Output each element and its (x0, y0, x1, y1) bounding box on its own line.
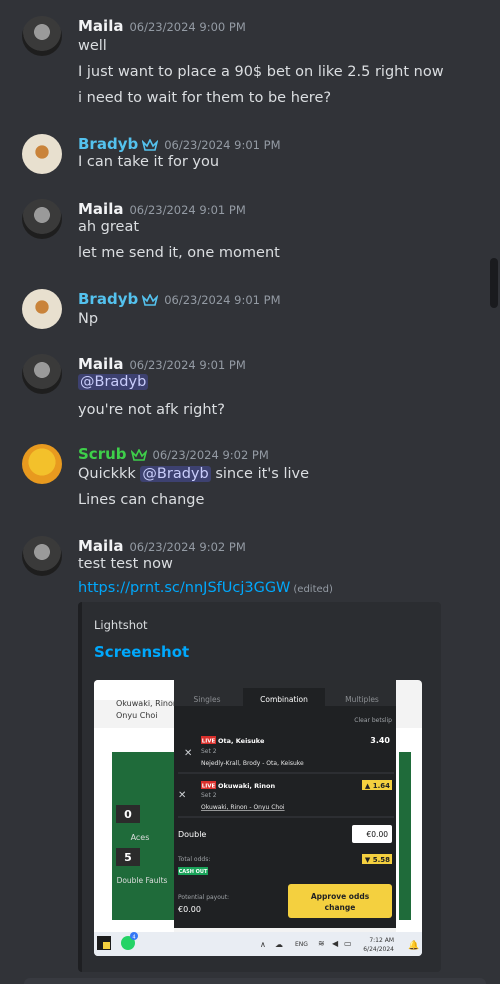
message-header: Bradyb 06/23/2024 9:01 PM (78, 289, 281, 308)
message-header: Maila 06/23/2024 9:00 PM (78, 16, 246, 35)
user-mention[interactable]: @Bradyb (78, 374, 149, 390)
link-embed: Lightshot Screenshot Okuwaki, Rinon Onyu… (78, 602, 441, 972)
username[interactable]: Maila (78, 355, 123, 373)
crown-icon (142, 139, 159, 151)
message-header: Maila 06/23/2024 9:01 PM (78, 354, 246, 373)
timestamp: 06/23/2024 9:00 PM (129, 20, 246, 34)
crown-icon (130, 449, 147, 461)
bet-odds: ▲ 1.64 (365, 782, 390, 790)
username[interactable]: Maila (78, 537, 123, 555)
scrollbar[interactable] (490, 258, 498, 308)
bg-label: Double Faults (117, 876, 168, 885)
payout-value: €0.00 (178, 905, 201, 914)
close-icon: ✕ (178, 790, 186, 801)
message-header: Scrub 06/23/2024 9:02 PM (78, 444, 269, 463)
taskbar-date: 6/24/2024 (363, 946, 394, 953)
timestamp: 06/23/2024 9:02 PM (129, 540, 246, 554)
bg-label: Aces (131, 833, 150, 842)
text-fragment: Quickkk (78, 466, 136, 482)
message-text: i need to wait for them to be here? (78, 90, 332, 106)
bet-set: Set 2 (201, 748, 217, 755)
message-text: https://prnt.sc/nnJSfUcj3GGW (edited) (78, 580, 333, 596)
message-input-edge[interactable] (24, 978, 486, 984)
chevron-up-icon: ∧ (260, 940, 266, 949)
timestamp: 06/23/2024 9:01 PM (129, 358, 246, 372)
bet-match: Okuwaki, Rinon - Onyu Choi (201, 804, 285, 811)
message-text: let me send it, one moment (78, 245, 280, 261)
message-text: Np (78, 311, 99, 327)
speaker-icon: ◀ (332, 939, 339, 948)
bet-odds: 3.40 (370, 736, 390, 745)
message-text: @Bradyb (78, 374, 149, 390)
tab-singles: Singles (194, 695, 221, 704)
cashout-badge: CASH OUT (179, 869, 208, 875)
clear-betslip: Clear betslip (354, 717, 392, 724)
bg-score: 5 (124, 851, 132, 864)
approve-button-line: Approve odds (311, 892, 370, 901)
username[interactable]: Scrub (78, 445, 127, 463)
total-odds-label: Total odds: (177, 856, 210, 863)
crown-icon (142, 294, 159, 306)
bet-set: Set 2 (201, 792, 217, 799)
timestamp: 06/23/2024 9:01 PM (164, 138, 281, 152)
message-header: Bradyb 06/23/2024 9:01 PM (78, 134, 281, 153)
avatar[interactable] (22, 134, 62, 174)
close-icon: ✕ (184, 748, 192, 759)
timestamp: 06/23/2024 9:02 PM (152, 448, 269, 462)
approve-button-line: change (325, 903, 356, 912)
taskbar-badge: 4 (132, 935, 135, 941)
battery-icon: ▭ (344, 939, 352, 948)
bg-player-name: Onyu Choi (116, 711, 158, 720)
text-fragment: since it's live (215, 466, 310, 482)
message-text: Lines can change (78, 492, 205, 508)
message-text: ah great (78, 219, 140, 235)
tab-multiples: Multiples (345, 695, 379, 704)
message-text: you're not afk right? (78, 402, 225, 418)
payout-label: Potential payout: (178, 894, 229, 901)
message-header: Maila 06/23/2024 9:01 PM (78, 199, 246, 218)
username[interactable]: Bradyb (78, 290, 138, 308)
live-badge: LIVE (202, 784, 216, 790)
wifi-icon: ≋ (318, 939, 325, 948)
avatar[interactable] (22, 289, 62, 329)
double-label: Double (178, 830, 206, 839)
bell-icon: 🔔 (408, 940, 419, 951)
timestamp: 06/23/2024 9:01 PM (129, 203, 246, 217)
cloud-icon: ☁ (275, 940, 283, 949)
taskbar-lang: ENG (295, 941, 308, 948)
message-text: well (78, 38, 107, 54)
bg-score: 0 (124, 808, 132, 821)
taskbar-time: 7:12 AM (369, 937, 394, 944)
bet-player: Ota, Keisuke (218, 737, 265, 745)
edited-label: (edited) (293, 584, 333, 595)
avatar[interactable] (22, 536, 62, 576)
avatar[interactable] (22, 199, 62, 239)
message-header: Maila 06/23/2024 9:02 PM (78, 536, 246, 555)
embed-image[interactable]: Okuwaki, Rinon Onyu Choi 0 Aces 5 Double… (94, 680, 422, 956)
screenshot-image: Okuwaki, Rinon Onyu Choi 0 Aces 5 Double… (94, 680, 422, 956)
user-mention[interactable]: @Bradyb (140, 466, 211, 482)
username[interactable]: Bradyb (78, 135, 138, 153)
bet-player: Okuwaki, Rinon (218, 782, 275, 790)
embed-provider[interactable]: Lightshot (94, 618, 148, 632)
timestamp: 06/23/2024 9:01 PM (164, 293, 281, 307)
live-badge: LIVE (202, 739, 216, 745)
embed-title[interactable]: Screenshot (94, 643, 189, 661)
message-text: I can take it for you (78, 154, 220, 170)
username[interactable]: Maila (78, 17, 123, 35)
total-odds: ▼ 5.58 (365, 856, 390, 864)
tab-combination: Combination (260, 695, 308, 704)
message-text: I just want to place a 90$ bet on like 2… (78, 64, 444, 80)
message-text: test test now (78, 556, 173, 572)
avatar[interactable] (22, 354, 62, 394)
username[interactable]: Maila (78, 200, 123, 218)
message-link[interactable]: https://prnt.sc/nnJSfUcj3GGW (78, 580, 290, 596)
message-text: Quickkk @Bradyb since it's live (78, 466, 309, 482)
bg-player-name: Okuwaki, Rinon (116, 699, 178, 708)
stake-input: €0.00 (367, 830, 389, 839)
avatar[interactable] (22, 16, 62, 56)
bet-match: Nejedly-Krall, Brody - Ota, Keisuke (201, 760, 304, 767)
avatar[interactable] (22, 444, 62, 484)
